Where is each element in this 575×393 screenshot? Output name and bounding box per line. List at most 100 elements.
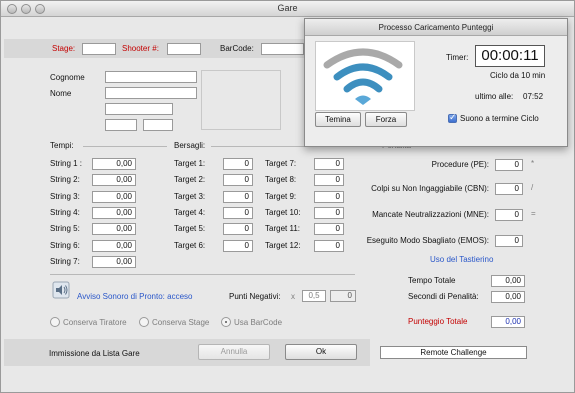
use-barcode-radio[interactable]: [221, 317, 231, 327]
string-label: String 3:: [50, 191, 80, 201]
penalty-field[interactable]: 0: [495, 209, 523, 221]
target-label: Target 2:: [174, 175, 206, 185]
string-label: String 1 :: [50, 159, 83, 168]
negative-factor[interactable]: 0,5: [302, 290, 326, 302]
target-field[interactable]: 0: [314, 158, 344, 170]
total-score-value: 0,00: [491, 316, 525, 328]
shooter-label: Shooter #:: [122, 44, 159, 53]
string-label: String 2:: [50, 175, 80, 185]
info-field-1[interactable]: [105, 103, 173, 115]
bersagli-label: Bersagli:: [174, 141, 206, 150]
string-time-field[interactable]: 0,00: [92, 223, 136, 236]
string-label: String 4:: [50, 207, 80, 217]
target-field[interactable]: 0: [223, 190, 253, 203]
negative-multiplier: x: [291, 292, 295, 301]
barcode-field[interactable]: [261, 43, 304, 55]
cancel-button[interactable]: Annulla: [198, 344, 270, 360]
target-label: Target 4:: [174, 207, 206, 217]
barcode-label: BarCode:: [220, 44, 254, 53]
penalty-label: Eseguito Modo Sbagliato (EMOS):: [366, 236, 489, 245]
target-field[interactable]: 0: [223, 158, 253, 170]
target-field[interactable]: 0: [314, 174, 344, 187]
string-time-field[interactable]: 0,00: [92, 174, 136, 187]
penalty-seconds-value: 0,00: [491, 291, 525, 303]
entry-label: Immissione da Lista Gare: [49, 349, 140, 358]
speaker-icon[interactable]: [52, 281, 70, 299]
main-window: Gare Stage: Shooter #: BarCode: Cognome …: [0, 0, 575, 393]
total-score-label: Punteggio Totale: [408, 317, 468, 326]
penalty-key-hint: /: [531, 183, 534, 192]
keep-stage-label: Conserva Stage: [152, 318, 210, 327]
keep-stage-radio[interactable]: [139, 317, 149, 327]
sound-notice[interactable]: Avviso Sonoro di Pronto: acceso: [77, 292, 192, 301]
penalty-field[interactable]: 0: [495, 235, 523, 247]
target-field[interactable]: 0: [223, 206, 253, 219]
penalty-label: Colpi su Non Ingaggiabile (CBN):: [371, 184, 489, 193]
last-label: ultimo alle:: [475, 92, 514, 101]
remote-challenge-button[interactable]: Remote Challenge: [380, 346, 527, 359]
string-time-field[interactable]: 0,00: [92, 158, 136, 170]
penalty-label: Procedure (PE):: [431, 160, 489, 169]
string-time-field[interactable]: 0,00: [92, 206, 136, 219]
stage-label: Stage:: [52, 44, 76, 53]
shooter-field[interactable]: [167, 43, 201, 55]
use-barcode-label: Usa BarCode: [234, 318, 283, 327]
keypad-link[interactable]: Uso del Tastierino: [430, 255, 493, 264]
surname-label: Cognome: [50, 73, 85, 82]
target-field[interactable]: 0: [223, 174, 253, 187]
target-label: Target 3:: [174, 191, 206, 201]
string-label: String 6:: [50, 240, 80, 250]
target-field[interactable]: 0: [314, 190, 344, 203]
info-field-2[interactable]: [105, 119, 137, 131]
surname-field[interactable]: [105, 71, 197, 83]
photo-box: [201, 70, 281, 130]
target-label: Target 12:: [265, 240, 301, 250]
string-time-field[interactable]: 0,00: [92, 190, 136, 203]
name-field[interactable]: [105, 87, 197, 99]
target-label: Target 11:: [265, 224, 300, 234]
last-time: 07:52: [523, 92, 544, 101]
target-field[interactable]: 0: [223, 223, 253, 236]
target-field[interactable]: 0: [223, 239, 253, 252]
penalty-field[interactable]: 0: [495, 159, 523, 171]
keep-shooter-radio[interactable]: [50, 317, 60, 327]
penalty-key-hint: *: [531, 159, 535, 168]
tempi-divider: [83, 146, 167, 147]
total-time-label: Tempo Totale: [408, 276, 456, 285]
target-label: Target 10:: [265, 207, 301, 217]
wifi-icon: [323, 48, 403, 105]
info-field-3[interactable]: [143, 119, 173, 131]
penalty-seconds-label: Secondi di Penalità:: [408, 292, 479, 301]
timer-label: Timer:: [446, 53, 469, 62]
target-field[interactable]: 0: [314, 223, 344, 236]
target-field[interactable]: 0: [314, 239, 344, 252]
keep-shooter-label: Conserva Tiratore: [63, 318, 127, 327]
target-label: Target 7:: [265, 159, 297, 168]
target-label: Target 5:: [174, 224, 206, 234]
ok-button[interactable]: Ok: [285, 344, 357, 360]
target-label: Target 6:: [174, 240, 206, 250]
score-upload-dialog: Processo Caricamento Punteggi Temina For…: [304, 18, 568, 147]
target-label: Target 1:: [174, 159, 206, 168]
sound-end-checkbox[interactable]: [448, 112, 457, 123]
string-label: String 7:: [50, 256, 80, 266]
target-label: Target 8:: [265, 175, 297, 185]
dialog-title: Processo Caricamento Punteggi: [305, 19, 567, 36]
force-button[interactable]: Forza: [365, 112, 407, 127]
negative-value: 0: [330, 290, 356, 302]
stage-field[interactable]: [82, 43, 116, 55]
window-title: Gare: [277, 3, 298, 13]
penalty-label: Mancate Neutralizzazioni (MNE):: [372, 210, 489, 219]
total-time-value: 0,00: [491, 275, 525, 287]
cycle-text: Ciclo da 10 min: [490, 71, 546, 80]
target-field[interactable]: 0: [314, 206, 344, 219]
penalty-field[interactable]: 0: [495, 183, 523, 195]
name-label: Nome: [50, 89, 72, 98]
target-label: Target 9:: [265, 191, 297, 201]
sound-end-label: Suono a termine Ciclo: [460, 114, 539, 123]
tempi-label: Tempi:: [50, 141, 74, 150]
terminate-button[interactable]: Temina: [315, 112, 361, 127]
string-time-field[interactable]: 0,00: [92, 239, 136, 252]
string-time-field[interactable]: 0,00: [92, 255, 136, 268]
string-label: String 5:: [50, 224, 80, 234]
